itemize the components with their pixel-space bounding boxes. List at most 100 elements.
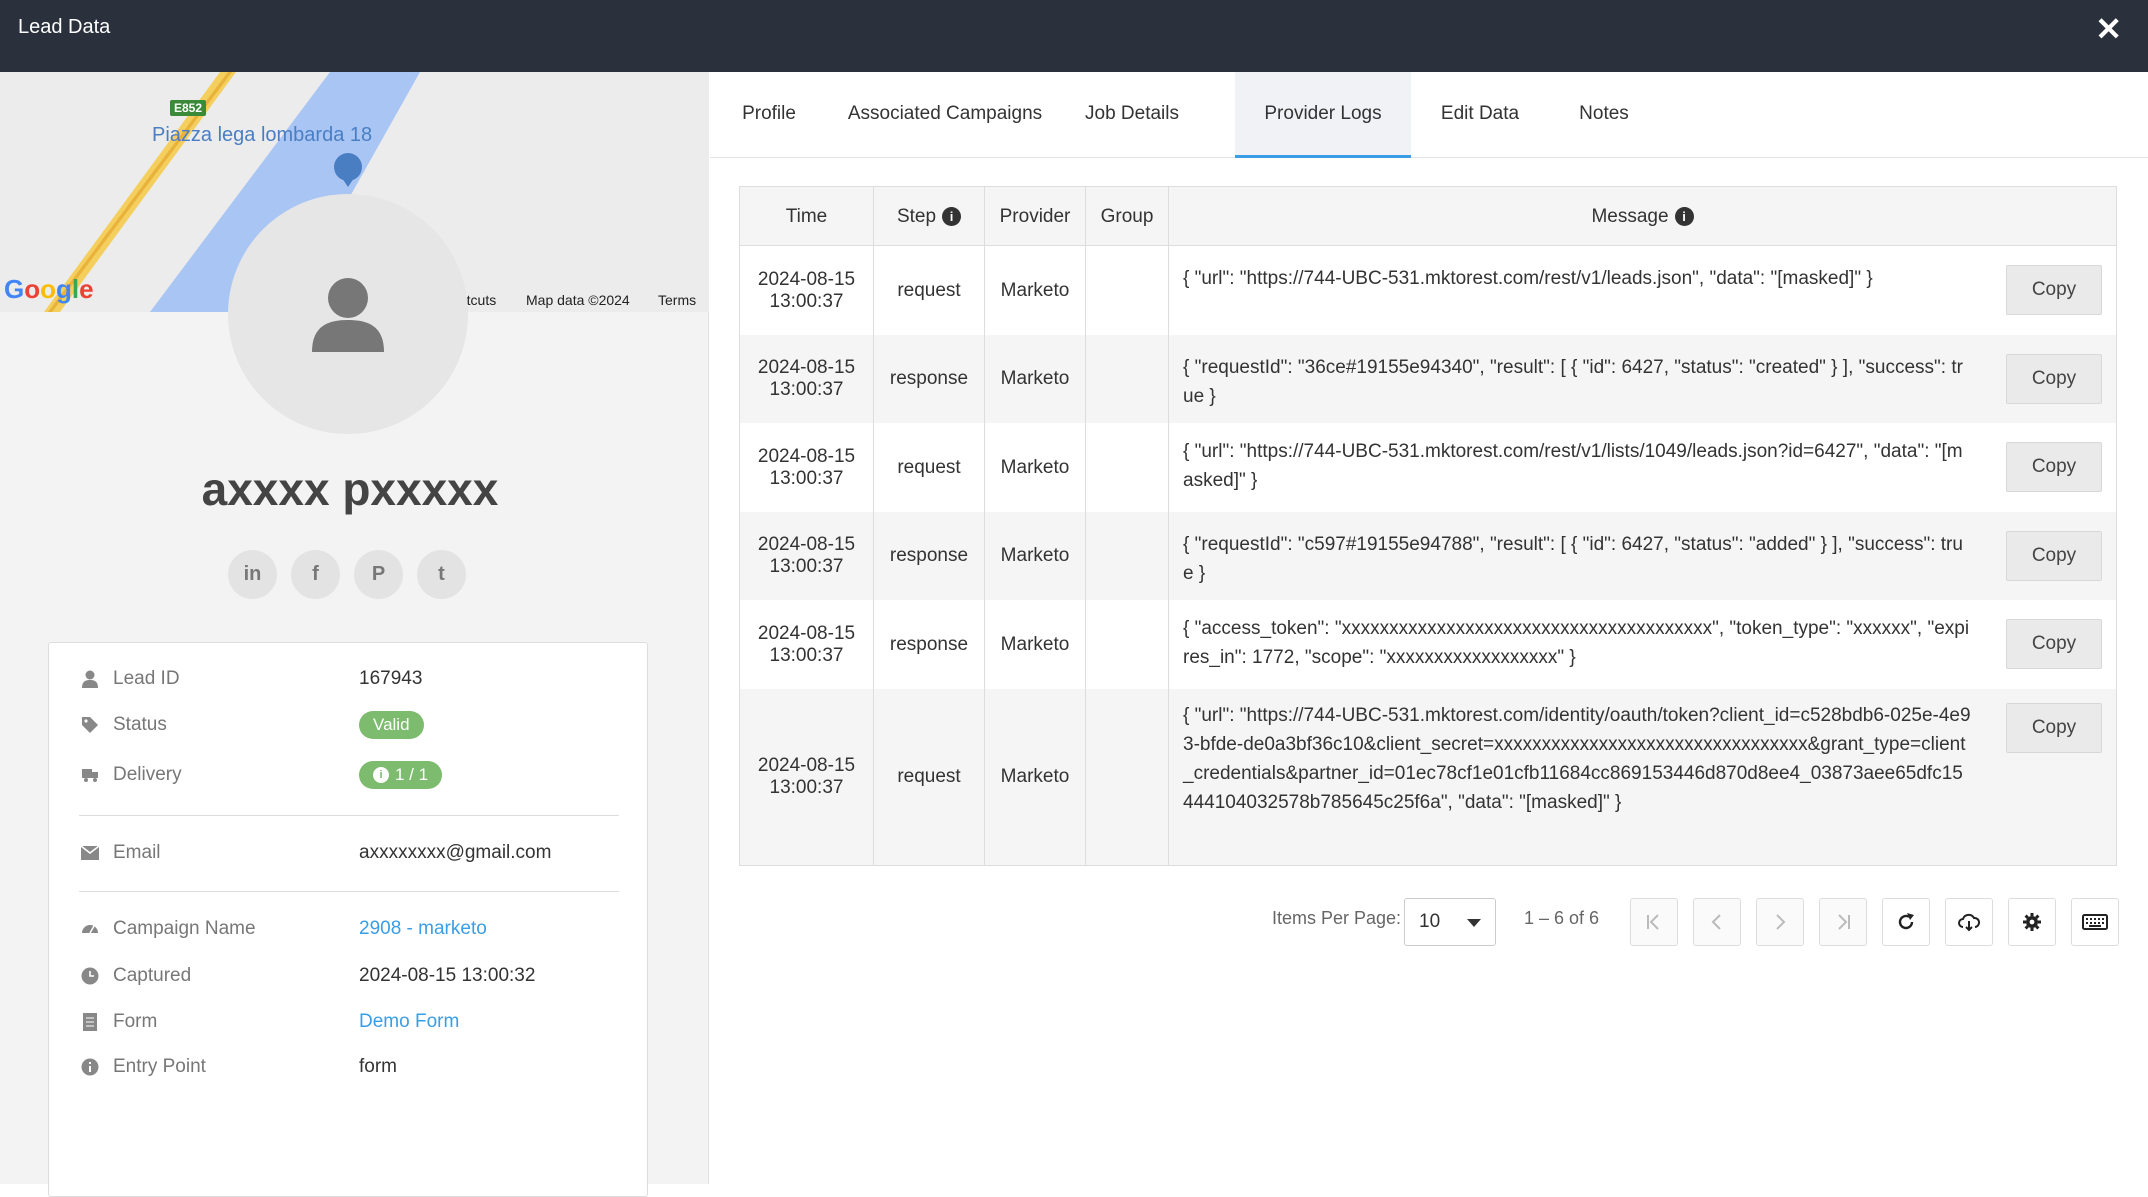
- download-button[interactable]: [1945, 898, 1993, 946]
- clock-icon: [79, 965, 101, 987]
- social-links: in f P t: [228, 550, 466, 599]
- map-terms-link[interactable]: Terms: [658, 292, 696, 308]
- page-range: 1 – 6 of 6: [1524, 908, 1600, 928]
- email-value: axxxxxxxx@gmail.com: [359, 842, 552, 863]
- facebook-icon[interactable]: f: [291, 550, 340, 599]
- map-data-attribution: Map data ©2024: [526, 292, 630, 308]
- row-message: { "access_token": "xxxxxxxxxxxxxxxxxxxxx…: [1183, 618, 1970, 668]
- last-page-icon: [1838, 914, 1850, 930]
- gear-icon: [2023, 913, 2041, 931]
- row-message: { "requestId": "c597#19155e94788", "resu…: [1183, 534, 1963, 584]
- row-group: [1086, 246, 1169, 335]
- column-group[interactable]: Group: [1086, 187, 1169, 246]
- row-time: 2024-08-15 13:00:37: [740, 423, 874, 512]
- avatar: [228, 194, 468, 434]
- lead-id-value: 167943: [359, 668, 423, 689]
- gauge-icon: [79, 918, 101, 940]
- divider: [79, 815, 619, 816]
- last-page-button[interactable]: [1819, 898, 1867, 946]
- tab-job-details[interactable]: Job Details: [1062, 72, 1202, 158]
- tab-associated-campaigns[interactable]: Associated Campaigns: [828, 72, 1062, 158]
- road-label: E852: [170, 100, 207, 116]
- cloud-download-icon: [1958, 913, 1980, 932]
- table-row: 2024-08-15 13:00:37 request Marketo { "u…: [740, 246, 2116, 335]
- provider-logs-table: Time Step i Provider Group Message i 2024-…: [739, 186, 2117, 866]
- lead-details-card: Lead ID 167943 Status Valid Delivery i 1…: [48, 642, 648, 1197]
- table-row: 2024-08-15 13:00:37 request Marketo { "u…: [740, 689, 2116, 865]
- linkedin-icon[interactable]: in: [228, 550, 277, 599]
- copy-button[interactable]: Copy: [2006, 703, 2102, 753]
- tab-bar: Profile Associated Campaigns Job Details…: [710, 72, 2148, 158]
- tag-icon: [79, 714, 101, 736]
- copy-button[interactable]: Copy: [2006, 619, 2102, 669]
- row-group: [1086, 512, 1169, 600]
- refresh-button[interactable]: [1882, 898, 1930, 946]
- envelope-icon: [79, 842, 101, 864]
- chevron-right-icon: [1776, 914, 1786, 930]
- row-step: request: [874, 246, 985, 335]
- row-time: 2024-08-15 13:00:37: [740, 335, 874, 423]
- tab-profile[interactable]: Profile: [710, 72, 828, 158]
- settings-button[interactable]: [2008, 898, 2056, 946]
- divider: [79, 891, 619, 892]
- first-page-button[interactable]: [1630, 898, 1678, 946]
- keyboard-icon: [2082, 914, 2108, 930]
- column-time[interactable]: Time: [740, 187, 874, 246]
- delivery-row: Delivery i 1 / 1: [79, 757, 619, 793]
- lead-detail-tabs-panel: Profile Associated Campaigns Job Details…: [710, 72, 2148, 1184]
- person-icon: [79, 668, 101, 690]
- refresh-icon: [1898, 913, 1914, 930]
- row-time: 2024-08-15 13:00:37: [740, 600, 874, 689]
- campaign-link[interactable]: 2908 - marketo: [359, 918, 487, 940]
- row-provider: Marketo: [985, 689, 1086, 865]
- copy-button[interactable]: Copy: [2006, 531, 2102, 581]
- keyboard-button[interactable]: [2071, 898, 2119, 946]
- status-row: Status Valid: [79, 707, 619, 743]
- table-row: 2024-08-15 13:00:37 response Marketo { "…: [740, 600, 2116, 689]
- lead-name: axxxx pxxxxx: [201, 463, 499, 515]
- first-page-icon: [1647, 914, 1659, 930]
- column-message[interactable]: Message i: [1169, 187, 2116, 246]
- row-group: [1086, 689, 1169, 865]
- table-row: 2024-08-15 13:00:37 response Marketo { "…: [740, 512, 2116, 600]
- title-bar: Lead Data ✕: [0, 0, 2148, 72]
- row-message: { "url": "https://744-UBC-531.mktorest.c…: [1183, 441, 1963, 491]
- form-row: Form Demo Form: [79, 1004, 619, 1040]
- google-logo: Google: [4, 274, 94, 304]
- form-link[interactable]: Demo Form: [359, 1011, 459, 1033]
- delivery-badge[interactable]: i 1 / 1: [359, 761, 443, 789]
- row-group: [1086, 600, 1169, 689]
- copy-button[interactable]: Copy: [2006, 442, 2102, 492]
- row-time: 2024-08-15 13:00:37: [740, 246, 874, 335]
- column-step[interactable]: Step i: [874, 187, 985, 246]
- copy-button[interactable]: Copy: [2006, 265, 2102, 315]
- row-provider: Marketo: [985, 600, 1086, 689]
- tab-edit-data[interactable]: Edit Data: [1411, 72, 1549, 158]
- twitter-icon[interactable]: t: [417, 550, 466, 599]
- column-provider[interactable]: Provider: [985, 187, 1086, 246]
- lead-profile-panel: E852 Piazza lega lombarda 18 Google rtcu…: [0, 72, 709, 1197]
- status-badge: Valid: [359, 711, 424, 739]
- items-per-page-label: Items Per Page:: [1272, 908, 1402, 928]
- items-per-page-select[interactable]: 10: [1404, 898, 1496, 946]
- info-icon[interactable]: i: [942, 207, 962, 227]
- email-row: Email axxxxxxxx@gmail.com: [79, 835, 619, 871]
- table-header: Time Step i Provider Group Message i: [740, 187, 2116, 246]
- row-step: request: [874, 689, 985, 865]
- previous-page-button[interactable]: [1693, 898, 1741, 946]
- copy-button[interactable]: Copy: [2006, 354, 2102, 404]
- campaign-row: Campaign Name 2908 - marketo: [79, 911, 619, 947]
- row-provider: Marketo: [985, 246, 1086, 335]
- table-row: 2024-08-15 13:00:37 request Marketo { "u…: [740, 423, 2116, 512]
- close-icon[interactable]: ✕: [2095, 10, 2122, 48]
- row-group: [1086, 335, 1169, 423]
- captured-row: Captured 2024-08-15 13:00:32: [79, 958, 619, 994]
- chevron-down-icon: [1467, 919, 1481, 927]
- row-message: { "url": "https://744-UBC-531.mktorest.c…: [1183, 268, 1873, 289]
- tab-notes[interactable]: Notes: [1549, 72, 1659, 158]
- next-page-button[interactable]: [1756, 898, 1804, 946]
- info-icon[interactable]: i: [1674, 207, 1694, 227]
- tab-provider-logs[interactable]: Provider Logs: [1235, 72, 1411, 158]
- row-time: 2024-08-15 13:00:37: [740, 689, 874, 865]
- pinterest-icon[interactable]: P: [354, 550, 403, 599]
